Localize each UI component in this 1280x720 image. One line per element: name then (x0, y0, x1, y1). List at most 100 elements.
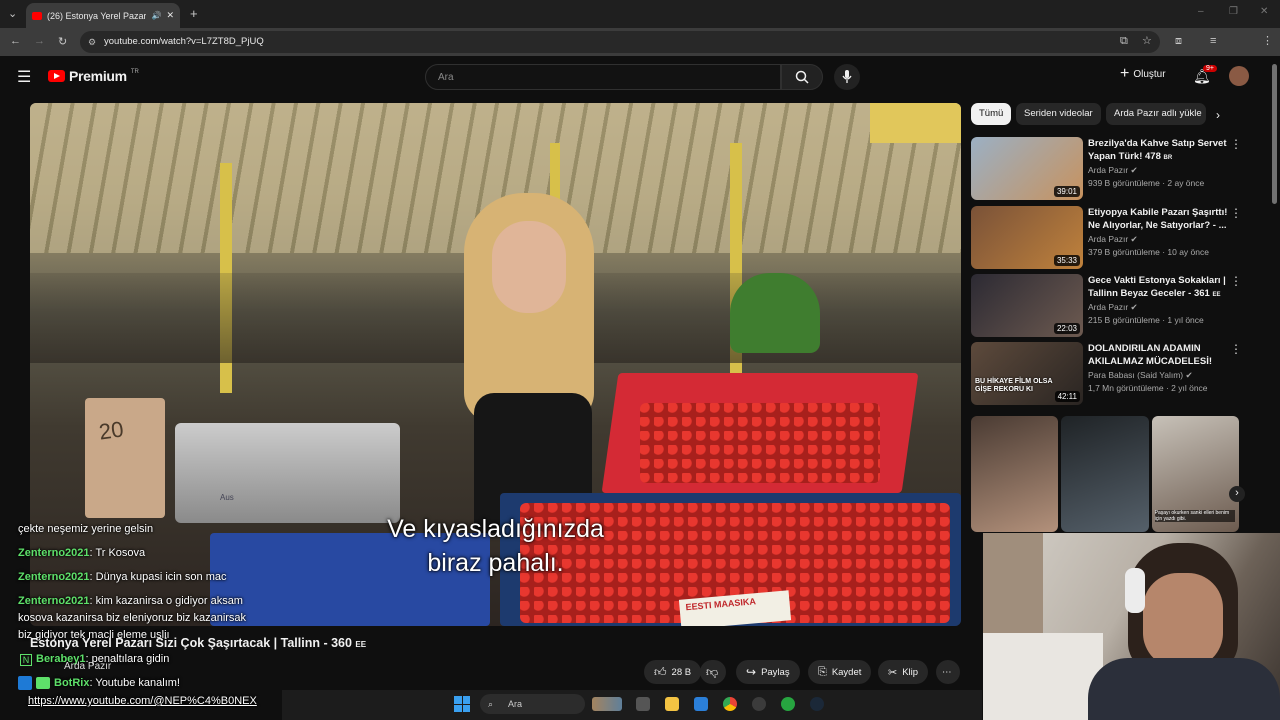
recommendation-thumbnail[interactable]: 39:01 (971, 137, 1083, 200)
title-flag: EE (1212, 292, 1221, 298)
hamburger-menu-icon[interactable]: ☰ (17, 67, 31, 87)
back-icon[interactable]: ← (10, 35, 21, 47)
site-info-icon[interactable]: ⚙ (88, 31, 96, 53)
recommendation-item[interactable]: BU HİKAYE FİLM OLSA GİŞE REKORU KI 42:11… (971, 342, 1261, 406)
recommendation-thumbnail[interactable]: 35:33 (971, 206, 1083, 269)
blueberry-crate-image (210, 533, 490, 626)
close-window-icon[interactable]: ✕ (1260, 6, 1268, 17)
taskbar-search[interactable]: ⌕ Ara (480, 694, 585, 714)
more-vertical-icon[interactable]: ⋮ (1230, 342, 1242, 356)
recommendation-title[interactable]: DOLANDIRILAN ADAMIN AKILALMAZ MÜCADELESİ… (1088, 342, 1234, 368)
recommendation-thumbnail[interactable]: BU HİKAYE FİLM OLSA GİŞE REKORU KI 42:11 (971, 342, 1083, 405)
scale-label: Aus (220, 493, 234, 502)
chat-user: Zenterno2021 (18, 595, 90, 607)
windows-start-icon[interactable] (454, 696, 470, 712)
channel-name[interactable]: Arda Pazır (64, 661, 111, 672)
tab-audio-icon[interactable]: 🔊 (151, 11, 161, 20)
xbox-icon[interactable] (781, 697, 795, 711)
like-button[interactable]: 👍︎ 28 B (644, 660, 702, 684)
recommendation-channel[interactable]: Arda Pazır ✔ (1088, 165, 1138, 176)
like-count: 28 B (671, 666, 692, 678)
maximize-icon[interactable]: ❐ (1229, 6, 1238, 17)
search-input[interactable]: Ara (425, 64, 781, 90)
steam-icon[interactable] (810, 697, 824, 711)
widgets-icon[interactable] (592, 697, 622, 711)
recommendation-item[interactable]: 22:03 Gece Vakti Estonya Sokakları | Tal… (971, 274, 1261, 338)
chat-message: kosova kazanirsa biz eleniyoruz biz kaza… (18, 612, 246, 624)
shelf-next-icon[interactable]: › (1229, 486, 1245, 502)
store-icon[interactable] (694, 697, 708, 711)
video-player[interactable]: Aus 20 EESTI MAASIKA Ve kıyasladığınızda… (30, 103, 961, 626)
recommendation-item[interactable]: 39:01 Brezilya'da Kahve Satıp Servet Yap… (971, 137, 1261, 201)
windows-taskbar (282, 690, 982, 720)
chip-series[interactable]: Seriden videolar (1016, 103, 1101, 125)
chrome-icon[interactable] (723, 697, 737, 711)
reload-icon[interactable]: ↻ (58, 35, 67, 48)
url-text: youtube.com/watch?v=L7ZT8D_PjUQ (104, 36, 264, 47)
file-explorer-icon[interactable] (665, 697, 679, 711)
minimize-icon[interactable]: – (1198, 6, 1204, 17)
recommendation-thumbnail[interactable]: 22:03 (971, 274, 1083, 337)
shorts-thumbnail[interactable] (971, 416, 1059, 532)
more-vertical-icon[interactable]: ⋮ (1230, 206, 1242, 220)
chat-text: https://www.youtube.com/@NEP%C4%B0NEX (28, 695, 257, 707)
more-actions-button[interactable]: ⋯ (936, 660, 960, 684)
recommendation-channel[interactable]: Arda Pazır ✔ (1088, 234, 1138, 245)
recommendation-title[interactable]: Etiyopya Kabile Pazarı Şaşırttı! Ne Alıy… (1088, 206, 1234, 232)
chip-channel-uploads[interactable]: Arda Pazır adlı yükle (1106, 103, 1206, 125)
tab-close-icon[interactable]: ✕ (166, 10, 174, 21)
more-vertical-icon[interactable]: ⋮ (1230, 274, 1242, 288)
more-vertical-icon[interactable]: ⋮ (1230, 137, 1242, 151)
channel-text: Arda Pazır (1088, 165, 1129, 175)
reading-list-icon[interactable]: ≡ (1210, 35, 1216, 47)
recommendation-title[interactable]: Brezilya'da Kahve Satıp Servet Yapan Tür… (1088, 137, 1234, 165)
more-horizontal-icon: ⋯ (942, 666, 952, 678)
bookmark-star-icon[interactable]: ☆ (1142, 34, 1152, 47)
create-button[interactable]: + Oluştur (1120, 66, 1166, 82)
chat-message: BotRix: Youtube kanalım! (54, 677, 180, 689)
recommendation-title[interactable]: Gece Vakti Estonya Sokakları | Tallinn B… (1088, 274, 1234, 302)
task-view-icon[interactable] (636, 697, 650, 711)
new-tab-icon[interactable]: + (190, 6, 198, 21)
save-button[interactable]: ⎘ Kaydet (808, 660, 872, 684)
forward-icon[interactable]: → (34, 35, 45, 47)
recommendation-meta: 379 B görüntüleme · 10 ay önce (1088, 247, 1209, 257)
video-title-flag: EE (355, 640, 367, 649)
browser-menu-icon[interactable]: ⋮ (1262, 34, 1273, 47)
recommendation-item[interactable]: 35:33 Etiyopya Kabile Pazarı Şaşırttı! N… (971, 206, 1261, 270)
share-icon: ↪ (746, 665, 757, 679)
voice-search-button[interactable] (834, 64, 860, 90)
shorts-shelf: Paşayı okurken sanki elleri benim için y… (971, 416, 1239, 532)
chip-all[interactable]: Tümü (971, 103, 1012, 125)
chevron-right-icon[interactable]: › (1216, 108, 1220, 122)
shorts-thumbnail[interactable]: Paşayı okurken sanki elleri benim için y… (1151, 416, 1239, 532)
tab-search-icon[interactable]: ⌄ (8, 7, 17, 20)
thumbs-up-icon: 👍︎ (654, 664, 667, 679)
channel-text: Arda Pazır (1088, 234, 1129, 244)
youtube-logo-icon (48, 70, 65, 82)
create-label: Oluştur (1133, 68, 1166, 80)
share-button[interactable]: ↪ Paylaş (736, 660, 800, 684)
recommendation-meta: 1,7 Mn görüntüleme · 2 yıl önce (1088, 383, 1208, 393)
account-avatar[interactable] (1229, 66, 1249, 86)
browser-tab[interactable]: (26) Estonya Yerel Pazarı Si... 🔊 ✕ (26, 3, 180, 28)
chat-link[interactable]: https://www.youtube.com/@NEP%C4%B0NEX (28, 695, 257, 707)
url-field[interactable]: ⚙ youtube.com/watch?v=L7ZT8D_PjUQ (80, 31, 1160, 53)
search-button[interactable] (781, 64, 823, 90)
recommendation-channel[interactable]: Arda Pazır ✔ (1088, 302, 1138, 313)
shorts-thumbnail[interactable] (1061, 416, 1149, 532)
youtube-premium-logo[interactable]: Premium TR (48, 68, 139, 84)
taskbar-search-label: Ara (508, 699, 523, 709)
channel-text: Para Babası (Said Yalım) (1088, 370, 1184, 380)
page-scrollbar[interactable] (1272, 64, 1277, 204)
dislike-button[interactable]: 👎︎ (700, 660, 726, 684)
search-placeholder: Ara (438, 72, 454, 83)
recommendation-channel[interactable]: Para Babası (Said Yalım) ✔ (1088, 370, 1193, 381)
install-app-icon[interactable]: ⧉ (1120, 35, 1128, 48)
extensions-icon[interactable]: ⧈ (1175, 35, 1182, 48)
epic-games-icon[interactable] (752, 697, 766, 711)
notifications-button[interactable]: 🔔︎ 9+ (1193, 65, 1217, 86)
clip-button[interactable]: ✂ Klip (878, 660, 929, 684)
chat-text: : Youtube kanalım! (89, 677, 180, 689)
bot-avatar-icon (18, 676, 32, 690)
